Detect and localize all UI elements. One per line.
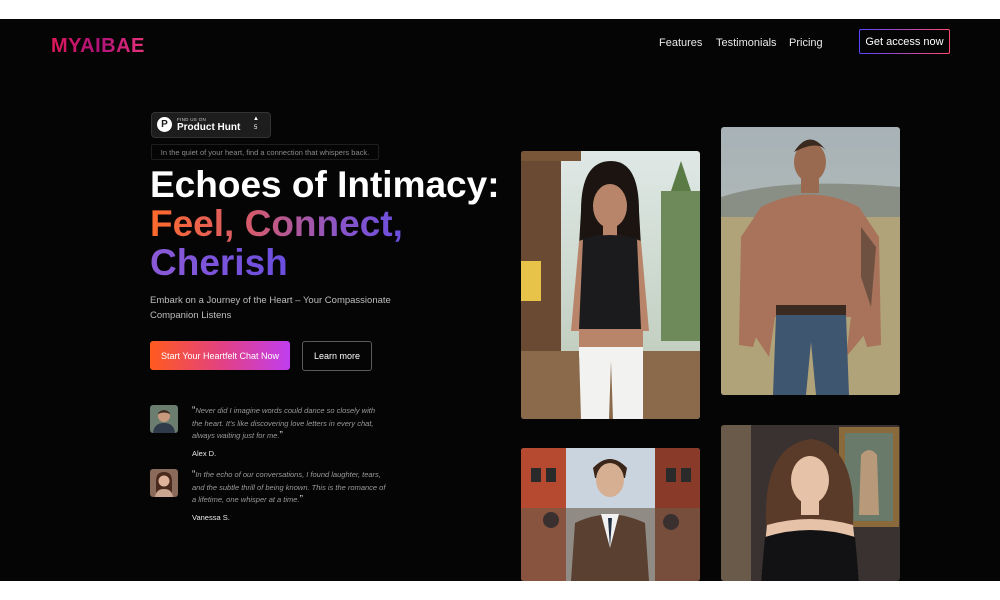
- hero-subtext: Embark on a Journey of the Heart – Your …: [150, 295, 391, 321]
- product-hunt-icon: P: [157, 117, 172, 132]
- start-chat-button[interactable]: Start Your Heartfelt Chat Now: [150, 341, 290, 370]
- avatar: [150, 469, 178, 497]
- nav-link-pricing[interactable]: Pricing: [789, 37, 823, 49]
- companion-photo-1[interactable]: [521, 151, 700, 419]
- testimonial-2: “In the echo of our conversations, I fou…: [150, 469, 390, 529]
- learn-more-button[interactable]: Learn more: [302, 341, 372, 371]
- headline-line-2: Feel, Connect,: [150, 203, 403, 244]
- nav-link-testimonials[interactable]: Testimonials: [716, 37, 777, 49]
- headline-line-1: Echoes of Intimacy:: [150, 164, 500, 205]
- companion-photo-4[interactable]: [721, 425, 900, 581]
- testimonial-author: Vanessa S.: [192, 513, 230, 522]
- companion-photo-2[interactable]: [721, 127, 900, 395]
- nav-link-features[interactable]: Features: [659, 37, 702, 49]
- upvote-arrow-icon: ▲: [253, 116, 259, 122]
- companion-photo-3[interactable]: [521, 448, 700, 581]
- upvote-count: 5: [254, 125, 258, 131]
- hero-headline: Echoes of Intimacy: Feel, Connect, Cheri…: [150, 165, 500, 282]
- get-access-button[interactable]: Get access now: [859, 29, 950, 54]
- testimonial-author: Alex D.: [192, 449, 217, 458]
- avatar: [150, 405, 178, 433]
- brand-logo[interactable]: MYAIBAE: [51, 35, 145, 58]
- testimonial-quote: “In the echo of our conversations, I fou…: [192, 469, 386, 505]
- badge-name: Product Hunt: [177, 122, 241, 133]
- product-hunt-badge[interactable]: P FIND US ON Product Hunt ▲ 5: [151, 112, 271, 138]
- headline-line-3: Cherish: [150, 242, 288, 283]
- landing-page: MYAIBAE Features Testimonials Pricing Ge…: [0, 19, 1000, 581]
- hero-tagline: In the quiet of your heart, find a conne…: [151, 144, 379, 160]
- testimonial-1: “Never did I imagine words could dance s…: [150, 405, 390, 465]
- testimonial-quote: “Never did I imagine words could dance s…: [192, 405, 376, 441]
